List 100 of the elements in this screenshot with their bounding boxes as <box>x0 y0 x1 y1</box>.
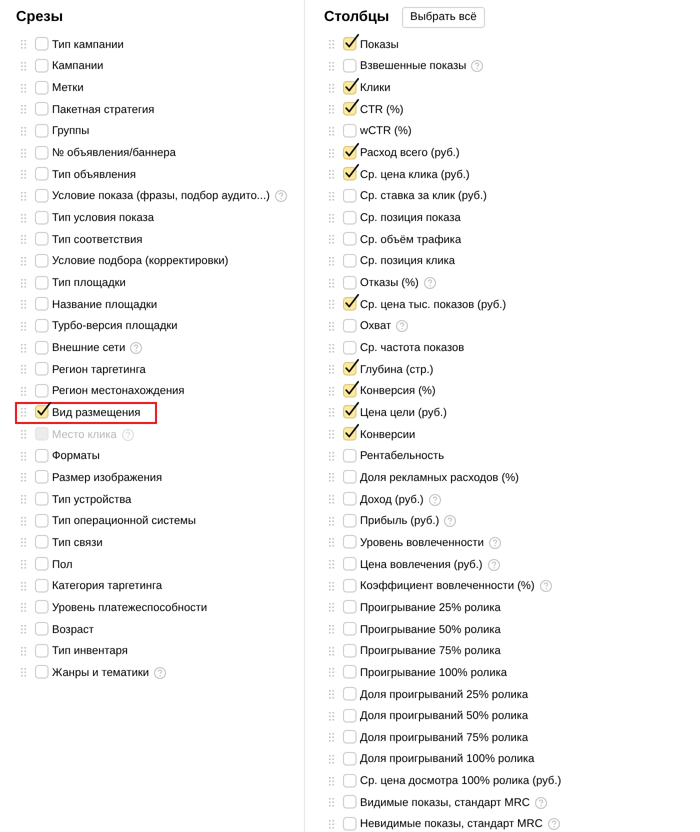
option-label[interactable]: Ср. позиция клика <box>360 254 456 268</box>
checkbox[interactable] <box>343 467 359 484</box>
option-label[interactable]: Глубина (стр.) <box>360 362 434 377</box>
help-icon[interactable] <box>428 494 441 506</box>
checkbox[interactable] <box>343 662 359 680</box>
option-label[interactable]: Тип связи <box>52 536 103 550</box>
drag-handle-icon[interactable] <box>329 625 334 634</box>
option-label[interactable]: Взвешенные показы <box>360 59 466 74</box>
checkbox[interactable] <box>343 424 359 442</box>
checkbox[interactable] <box>343 727 359 744</box>
drag-handle-icon[interactable] <box>329 40 334 50</box>
drag-handle-icon[interactable] <box>21 278 26 288</box>
drag-handle-icon[interactable] <box>329 754 334 764</box>
checkbox[interactable] <box>343 489 359 506</box>
option-label[interactable]: Доля рекламных расходов (%) <box>360 470 519 485</box>
drag-handle-icon[interactable] <box>329 516 334 526</box>
drag-handle-icon[interactable] <box>329 560 334 570</box>
option-label[interactable]: Турбо-версия площадки <box>52 319 178 334</box>
option-label[interactable]: Проигрывание 50% ролика <box>360 622 501 637</box>
drag-handle-icon[interactable] <box>21 192 26 201</box>
option-label[interactable]: Невидимые показы, стандарт MRC <box>360 817 543 832</box>
option-label[interactable]: Расход всего (руб.) <box>360 146 460 160</box>
drag-handle-icon[interactable] <box>329 214 334 223</box>
option-label[interactable]: Конверсии <box>360 428 416 442</box>
checkbox[interactable] <box>343 402 359 420</box>
option-label[interactable]: Доля проигрываний 50% ролика <box>360 709 528 724</box>
checkbox[interactable] <box>35 467 51 484</box>
drag-handle-icon[interactable] <box>329 473 334 482</box>
drag-handle-icon[interactable] <box>21 62 26 71</box>
option-label[interactable]: Ср. цена тыс. показов (руб.) <box>360 298 506 312</box>
drag-handle-icon[interactable] <box>329 62 334 71</box>
option-label[interactable]: Вид размещения <box>52 406 140 420</box>
option-label[interactable]: Группы <box>52 124 90 138</box>
option-label[interactable]: Размер изображения <box>52 470 162 485</box>
drag-handle-icon[interactable] <box>21 40 26 50</box>
drag-handle-icon[interactable] <box>21 408 26 418</box>
option-label[interactable]: Форматы <box>52 449 100 464</box>
checkbox[interactable] <box>343 78 359 95</box>
drag-handle-icon[interactable] <box>329 646 334 656</box>
option-label[interactable]: Метки <box>52 81 84 96</box>
checkbox[interactable] <box>35 532 51 550</box>
checkbox[interactable] <box>35 34 51 52</box>
option-label[interactable]: Кампании <box>52 59 104 74</box>
option-label[interactable]: Тип соответствия <box>52 232 142 247</box>
option-label[interactable]: Ср. цена клика (руб.) <box>360 168 470 182</box>
checkbox[interactable] <box>343 684 359 702</box>
help-icon[interactable] <box>540 580 552 592</box>
option-label[interactable]: Доход (руб.) <box>360 492 424 507</box>
option-label[interactable]: Ср. цена досмотра 100% ролика (руб.) <box>360 774 562 788</box>
drag-handle-icon[interactable] <box>329 538 334 548</box>
option-label[interactable]: Пакетная стратегия <box>52 102 154 117</box>
drag-handle-icon[interactable] <box>21 300 26 310</box>
option-label[interactable]: Жанры и тематики <box>52 666 149 680</box>
drag-handle-icon[interactable] <box>329 733 334 742</box>
option-label[interactable]: Проигрывание 75% ролика <box>360 644 501 658</box>
drag-handle-icon[interactable] <box>329 322 334 331</box>
option-label[interactable]: Проигрывание 25% ролика <box>360 600 501 615</box>
checkbox[interactable] <box>35 99 51 116</box>
drag-handle-icon[interactable] <box>21 365 26 374</box>
option-label[interactable]: Тип инвентаря <box>52 644 128 658</box>
option-label[interactable]: Рентабельность <box>360 449 444 464</box>
checkbox[interactable] <box>35 662 51 680</box>
drag-handle-icon[interactable] <box>21 495 26 504</box>
option-label[interactable]: Цена цели (руб.) <box>360 406 447 420</box>
checkbox[interactable] <box>343 380 359 398</box>
option-label[interactable]: Внешние сети <box>52 341 126 356</box>
option-label[interactable]: Ср. ставка за клик (руб.) <box>360 189 487 204</box>
help-icon[interactable] <box>488 536 501 549</box>
checkbox[interactable] <box>343 142 359 160</box>
checkbox[interactable] <box>35 554 51 572</box>
option-label[interactable]: Тип операционной системы <box>52 514 196 528</box>
option-label[interactable]: Доля проигрываний 100% ролика <box>360 752 534 766</box>
drag-handle-icon[interactable] <box>21 582 26 591</box>
option-label[interactable]: Доля проигрываний 25% ролика <box>360 688 528 702</box>
checkbox[interactable] <box>35 489 51 506</box>
option-label[interactable]: Коэффициент вовлеченности (%) <box>360 579 535 594</box>
drag-handle-icon[interactable] <box>329 776 334 786</box>
option-label[interactable]: Ср. объём трафика <box>360 232 462 247</box>
option-label[interactable]: Цена вовлечения (руб.) <box>360 558 483 572</box>
drag-handle-icon[interactable] <box>329 430 334 440</box>
option-label[interactable]: Название площадки <box>52 298 158 312</box>
checkbox[interactable] <box>343 359 359 376</box>
drag-handle-icon[interactable] <box>329 408 334 418</box>
drag-handle-icon[interactable] <box>21 625 26 634</box>
drag-handle-icon[interactable] <box>21 646 26 656</box>
help-icon[interactable] <box>154 666 166 679</box>
drag-handle-icon[interactable] <box>21 84 26 93</box>
help-icon[interactable] <box>130 342 142 354</box>
drag-handle-icon[interactable] <box>329 386 334 396</box>
option-label[interactable]: Доля проигрываний 75% ролика <box>360 730 528 745</box>
option-label[interactable]: Клики <box>360 81 390 96</box>
checkbox[interactable] <box>35 597 51 614</box>
checkbox[interactable] <box>343 34 359 52</box>
checkbox[interactable] <box>343 99 359 116</box>
option-label[interactable]: Проигрывание 100% ролика <box>360 666 507 680</box>
drag-handle-icon[interactable] <box>21 170 26 180</box>
drag-handle-icon[interactable] <box>21 560 26 570</box>
drag-handle-icon[interactable] <box>329 344 334 353</box>
option-label[interactable]: Показы <box>360 38 399 52</box>
drag-handle-icon[interactable] <box>21 322 26 331</box>
